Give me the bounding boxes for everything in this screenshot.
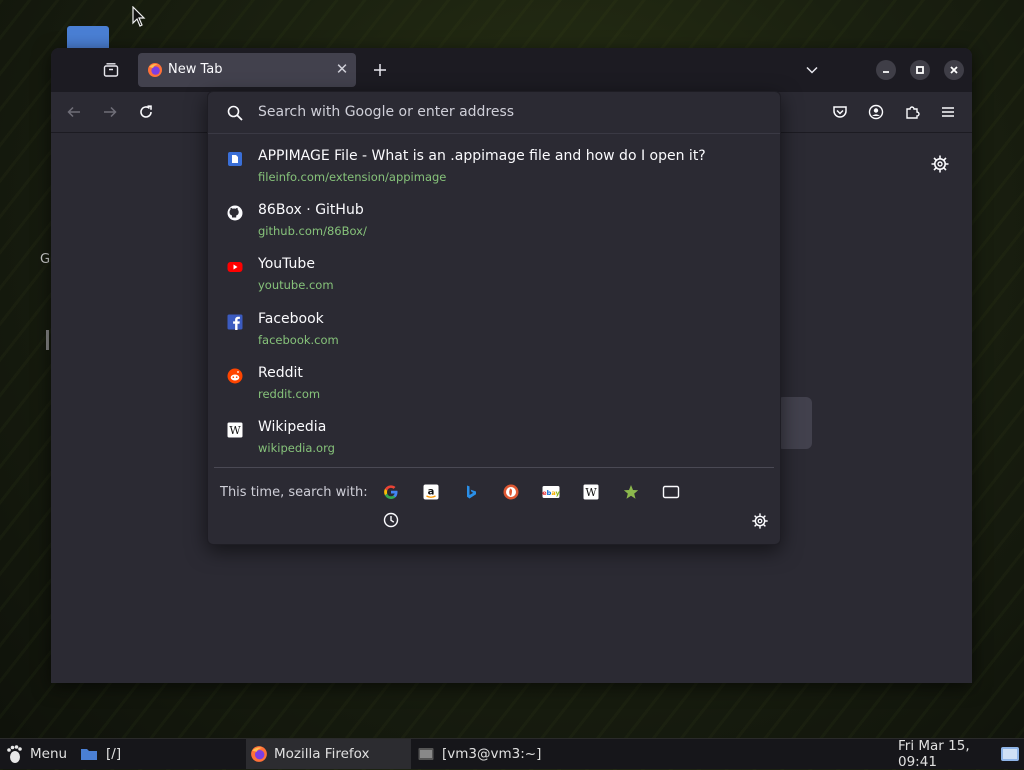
firefox-icon	[148, 63, 162, 77]
shortcut-tile[interactable]	[777, 397, 812, 449]
extensions-icon[interactable]	[899, 99, 925, 125]
taskbar-terminal-window[interactable]: [vm3@vm3:~]	[418, 739, 588, 769]
folder-icon	[81, 749, 97, 760]
suggestion-url: youtube.com	[258, 278, 334, 292]
suggestion-row[interactable]: 86Box · GitHub github.com/86Box/	[208, 196, 780, 250]
suggestion-row[interactable]: YouTube youtube.com	[208, 250, 780, 304]
clock-text: Fri Mar 15, 09:41	[898, 738, 970, 770]
hamburger-menu-icon[interactable]	[935, 99, 961, 125]
taskbar-files-window[interactable]: [/]	[80, 739, 220, 769]
search-icon	[227, 105, 243, 121]
reddit-icon	[226, 367, 244, 385]
github-icon	[226, 204, 244, 222]
tab-strip: New Tab ✕	[51, 48, 972, 92]
divider	[214, 467, 774, 468]
desktop-edge-marker	[46, 330, 49, 350]
suggestion-url: fileinfo.com/extension/appimage	[258, 170, 447, 184]
suggestion-row[interactable]: Reddit reddit.com	[208, 359, 780, 413]
suggestion-title: Facebook	[258, 311, 324, 327]
maximize-icon[interactable]	[910, 60, 930, 80]
desktop-partial-label: G	[40, 252, 51, 267]
menu-label: Menu	[30, 746, 68, 762]
back-icon[interactable]	[61, 99, 87, 125]
svg-text:W: W	[229, 424, 241, 437]
facebook-icon	[226, 313, 244, 331]
files-window-label: [/]	[106, 746, 122, 762]
suggestion-url: reddit.com	[258, 387, 321, 401]
svg-text:a: a	[428, 487, 435, 498]
menu-button[interactable]: Menu	[4, 739, 70, 769]
svg-text:ebay: ebay	[542, 489, 560, 497]
suggestion-row[interactable]: APPIMAGE File - What is an .appimage fil…	[208, 142, 780, 196]
desktop-icon	[1001, 747, 1019, 761]
reload-icon[interactable]	[133, 99, 159, 125]
youtube-icon	[226, 258, 244, 276]
wikipedia-icon[interactable]: W	[581, 482, 601, 502]
document-icon	[226, 150, 244, 168]
bing-icon[interactable]	[461, 482, 481, 502]
mouse-cursor-icon	[132, 6, 146, 27]
terminal-icon	[418, 748, 434, 760]
ebay-icon[interactable]: ebay	[541, 482, 561, 502]
new-tab-icon[interactable]	[368, 58, 392, 82]
suggestion-url: wikipedia.org	[258, 441, 335, 455]
urlbar-dropdown: Search with Google or enter address APPI…	[207, 91, 781, 545]
close-window-icon[interactable]	[944, 60, 964, 80]
tabs-icon[interactable]	[661, 482, 681, 502]
terminal-window-label: [vm3@vm3:~]	[442, 746, 542, 762]
tab-new-tab[interactable]: New Tab ✕	[138, 53, 356, 87]
wikipedia-icon: W	[226, 421, 244, 439]
page-settings-gear-icon[interactable]	[930, 154, 950, 174]
taskbar-firefox-window[interactable]: Mozilla Firefox	[246, 739, 411, 769]
suggestion-title: Reddit	[258, 365, 303, 381]
tab-title: New Tab	[168, 62, 223, 77]
forward-icon[interactable]	[97, 99, 123, 125]
minimize-icon[interactable]	[876, 60, 896, 80]
suggestion-row[interactable]: W Wikipedia wikipedia.org	[208, 413, 780, 467]
pocket-icon[interactable]	[827, 99, 853, 125]
suggestion-url: facebook.com	[258, 333, 339, 347]
account-icon[interactable]	[863, 99, 889, 125]
search-settings-gear-icon[interactable]	[751, 512, 769, 530]
desktop-folder-icon[interactable]	[67, 26, 109, 48]
close-tab-icon[interactable]: ✕	[334, 61, 350, 77]
svg-text:W: W	[585, 486, 597, 499]
history-icon[interactable]	[381, 510, 401, 530]
suggestion-title: Wikipedia	[258, 419, 327, 435]
address-bar[interactable]: Search with Google or enter address	[208, 92, 780, 134]
firefox-window-label: Mozilla Firefox	[274, 746, 370, 762]
search-with-label: This time, search with:	[220, 485, 368, 500]
suggestion-title: 86Box · GitHub	[258, 202, 364, 218]
duckduckgo-icon[interactable]	[501, 482, 521, 502]
suggestion-row[interactable]: Facebook facebook.com	[208, 305, 780, 359]
taskbar: Menu [/] Mozilla Firefox [vm3@vm3:~] Fri…	[0, 738, 1024, 770]
amazon-icon[interactable]: a	[421, 482, 441, 502]
clock[interactable]: Fri Mar 15, 09:41	[898, 738, 998, 770]
list-tabs-chevron-icon[interactable]	[800, 58, 824, 82]
suggestion-title: YouTube	[258, 256, 315, 272]
bookmarks-icon[interactable]	[621, 482, 641, 502]
suggestion-url: github.com/86Box/	[258, 224, 367, 238]
show-desktop-button[interactable]	[1000, 739, 1022, 769]
address-input[interactable]: Search with Google or enter address	[258, 104, 514, 120]
gnome-foot-icon	[7, 745, 22, 763]
firefox-view-icon[interactable]	[99, 58, 123, 82]
suggestion-title: APPIMAGE File - What is an .appimage fil…	[258, 148, 706, 164]
firefox-icon	[251, 746, 267, 762]
google-icon[interactable]	[381, 482, 401, 502]
